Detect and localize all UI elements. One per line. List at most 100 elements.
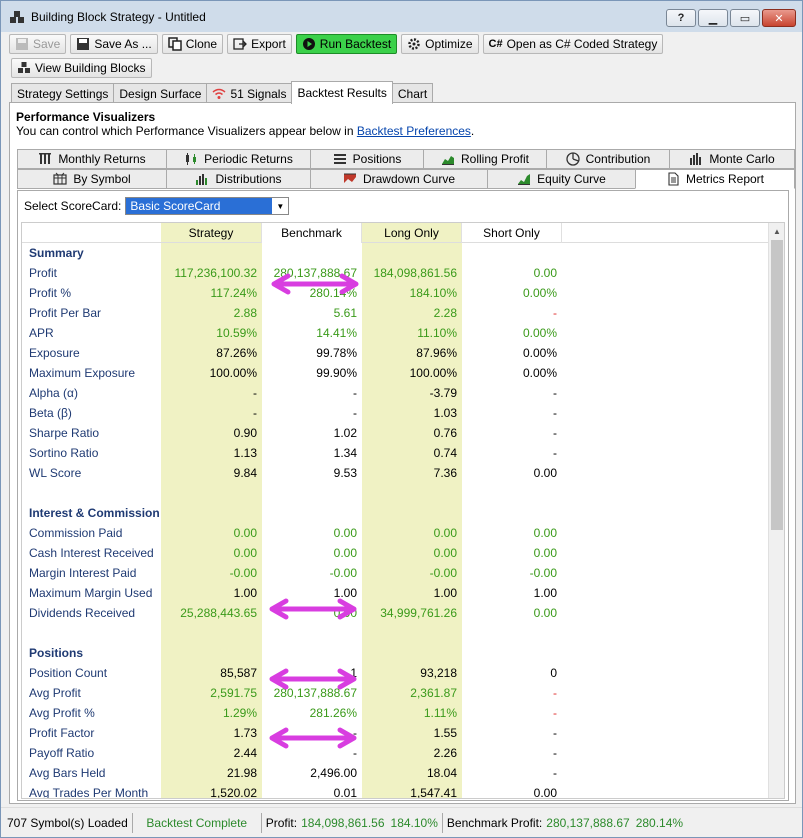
metric-value-strategy: 117,236,100.32 [174,266,257,280]
benchmark-profit-value: 280,137,888.67 [546,815,630,830]
col-header-benchmark[interactable]: Benchmark [262,223,362,243]
metric-label: Dividends Received [29,606,136,620]
tab-periodic-returns[interactable]: Periodic Returns [166,149,311,169]
save-as-button[interactable]: Save As ... [70,34,158,54]
metric-row: Payoff Ratio 2.44 - 2.26 - [22,743,772,763]
tab-label: Monthly Returns [58,152,146,166]
help-button[interactable]: ? [666,9,696,27]
metric-value-long-only: 2.26 [433,746,457,760]
view-blocks-label: View Building Blocks [35,61,146,75]
maximize-button[interactable]: ▭ [730,9,760,27]
scorecard-dropdown[interactable]: Basic ScoreCard ▼ [125,197,290,215]
vertical-scrollbar[interactable]: ▲ [768,223,784,798]
grid-header: Strategy Benchmark Long Only Short Only [22,223,772,243]
backtest-preferences-link[interactable]: Backtest Preferences [357,124,471,138]
pie-chart-icon [565,152,580,166]
tab-positions[interactable]: Positions [310,149,424,169]
metrics-report-panel: Select ScoreCard: Basic ScoreCard ▼ Stra… [17,190,789,801]
metric-value-benchmark: - [353,726,357,740]
col-header-long-only[interactable]: Long Only [362,223,462,243]
metric-label: Profit % [29,286,72,300]
view-building-blocks-button[interactable]: View Building Blocks [11,58,152,78]
metric-value-benchmark: 280,137,888.67 [273,266,357,280]
tab-monthly-returns[interactable]: Monthly Returns [17,149,167,169]
metric-value-long-only: 100.00% [409,366,457,380]
metric-value-strategy: 25,288,443.65 [180,606,257,620]
tab-label: Rolling Profit [460,152,530,166]
metric-row: Position Count 85,587 1 93,218 0 [22,663,772,683]
metric-label: Maximum Exposure [29,366,136,380]
profit-label: Profit: [265,815,298,830]
status-bar: 707 Symbol(s) Loaded Backtest Complete P… [1,807,802,837]
scroll-up-icon[interactable]: ▲ [769,223,784,239]
metric-value-long-only: 1.00 [433,586,457,600]
minimize-button[interactable]: ▁ [698,9,728,27]
section-header: Summary [22,243,772,263]
tab-drawdown-curve[interactable]: Drawdown Curve [310,169,488,189]
close-button[interactable]: ✕ [762,9,796,27]
metric-value-strategy: 1.00 [233,586,257,600]
metric-value-short-only: - [553,746,557,760]
scrollbar-thumb[interactable] [771,240,783,530]
metric-value-long-only: -3.79 [429,386,457,400]
building-blocks-icon [10,10,24,23]
metric-value-long-only: 2,361.87 [410,686,457,700]
tab-equity-curve[interactable]: Equity Curve [487,169,636,189]
histogram-icon [196,174,208,185]
metric-value-strategy: 1.13 [233,446,257,460]
symbol-grid-icon [53,172,67,185]
col-header-strategy[interactable]: Strategy [161,223,262,243]
metric-value-strategy: 1,520.02 [210,786,257,799]
metric-value-long-only: 11.10% [417,326,457,340]
col-header-short-only[interactable]: Short Only [462,223,562,243]
metric-value-long-only: 7.36 [433,466,457,480]
tab-design-surface[interactable]: Design Surface [113,83,208,104]
tab-chart[interactable]: Chart [391,83,434,104]
metric-value-long-only: 18.04 [426,766,457,780]
metric-value-short-only: 0.00% [522,286,557,300]
tab-label: Backtest Results [297,86,387,100]
bar-chart-icon [690,153,702,165]
building-blocks-icon [18,62,30,73]
tab-label: Design Surface [119,87,202,101]
metric-value-long-only: 34,999,761.26 [380,606,457,620]
tab-contribution[interactable]: Contribution [546,149,670,169]
tab-monte-carlo[interactable]: Monte Carlo [669,149,795,169]
scorecard-value: Basic ScoreCard [130,199,221,213]
metric-label: Avg Bars Held [29,766,106,780]
save-button[interactable]: Save [9,34,67,54]
optimize-button[interactable]: Optimize [401,34,479,54]
metric-value-short-only: - [553,726,557,740]
visualizer-tabs-row2: By Symbol Distributions Drawdown Curve E… [17,169,795,189]
tab-metrics-report[interactable]: Metrics Report [635,169,795,189]
metric-value-short-only: 1.00 [533,586,557,600]
tab-rolling-profit[interactable]: Rolling Profit [423,149,547,169]
tab-by-symbol[interactable]: By Symbol [17,169,167,189]
metric-row: Profit % 117.24% 280.14% 184.10% 0.00% [22,283,772,303]
export-button[interactable]: Export [227,34,292,54]
metric-row: Avg Profit % 1.29% 281.26% 1.11% - [22,703,772,723]
section-title: Summary [29,246,84,260]
metric-value-short-only: 0.00 [533,466,557,480]
columns-icon [39,153,52,164]
open-csharp-button[interactable]: C# Open as C# Coded Strategy [482,34,664,54]
tab-label: Drawdown Curve [362,172,456,186]
chevron-down-icon: ▼ [272,198,289,214]
metric-value-benchmark: 5.61 [333,306,357,320]
metric-value-benchmark: 99.78% [316,346,357,360]
metric-row: Cash Interest Received 0.00 0.00 0.00 0.00 [22,543,772,563]
tab-distributions[interactable]: Distributions [166,169,311,189]
tab-signals[interactable]: 51 Signals [206,83,293,104]
metric-row: Profit Factor 1.73 - 1.55 - [22,723,772,743]
tab-strategy-settings[interactable]: Strategy Settings [11,83,115,104]
metric-value-short-only: 0.00 [533,786,557,799]
metric-value-strategy: - [253,406,257,420]
metric-label: Avg Profit % [29,706,95,720]
metric-value-benchmark: 1 [350,666,357,680]
metric-value-benchmark: 1.00 [333,586,357,600]
status-separator [260,812,262,833]
clone-button[interactable]: Clone [161,34,224,54]
tab-backtest-results[interactable]: Backtest Results [291,81,393,104]
run-backtest-button[interactable]: Run Backtest [295,34,398,54]
candlestick-icon [186,153,197,165]
